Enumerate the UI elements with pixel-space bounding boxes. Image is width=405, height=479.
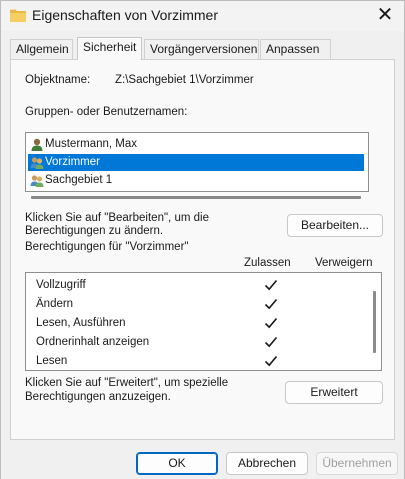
checkmark-icon bbox=[264, 279, 278, 291]
object-name-label: Objektname: bbox=[25, 74, 91, 86]
checkmark-icon bbox=[264, 355, 278, 367]
permission-row: Ändern bbox=[36, 297, 336, 315]
column-deny: Verweigern bbox=[315, 257, 373, 269]
group-icon bbox=[30, 175, 44, 187]
permission-name: Lesen bbox=[36, 355, 68, 367]
permission-name: Ändern bbox=[36, 298, 74, 310]
advanced-button[interactable]: Erweitert bbox=[285, 381, 383, 404]
permission-row: Vollzugriff bbox=[36, 278, 336, 296]
advanced-hint-line1: Klicken Sie auf "Erweitert", um speziell… bbox=[25, 377, 229, 389]
edit-button[interactable]: Bearbeiten... bbox=[287, 214, 383, 237]
permission-name: Vollzugriff bbox=[36, 279, 86, 291]
window-title: Eigenschaften von Vorzimmer bbox=[32, 7, 218, 23]
permission-name: Lesen, Ausführen bbox=[36, 317, 126, 329]
permissions-label: Berechtigungen für "Vorzimmer" bbox=[25, 241, 189, 253]
close-icon[interactable]: ✕ bbox=[374, 5, 396, 27]
edit-hint-line2: Berechtigungen zu ändern. bbox=[25, 225, 164, 237]
group-icon bbox=[30, 157, 44, 169]
permission-row: Lesen bbox=[36, 354, 336, 370]
tab-vorgaengerversionen[interactable]: Vorgängerversionen bbox=[144, 39, 259, 59]
title-bar[interactable]: Eigenschaften von Vorzimmer ✕ bbox=[1, 1, 404, 31]
checkmark-icon bbox=[264, 298, 278, 310]
folder-icon bbox=[10, 9, 26, 22]
list-item[interactable]: Sachgebiet 1 bbox=[28, 172, 364, 189]
edit-hint-line1: Klicken Sie auf "Bearbeiten", um die bbox=[25, 212, 209, 224]
tab-sicherheit[interactable]: Sicherheit bbox=[77, 37, 142, 60]
user-icon bbox=[31, 138, 43, 151]
permission-name: Ordnerinhalt anzeigen bbox=[36, 336, 150, 348]
list-item[interactable]: Mustermann, Max bbox=[28, 136, 364, 153]
object-name-value: Z:\Sachgebiet 1\Vorzimmer bbox=[115, 74, 254, 86]
principals-list[interactable]: Mustermann, Max Vorzimmer Sachgebiet 1 bbox=[25, 132, 369, 192]
groups-label: Gruppen- oder Benutzernamen: bbox=[25, 106, 188, 118]
checkmark-icon bbox=[264, 336, 278, 348]
checkmark-icon bbox=[264, 317, 278, 329]
principal-name: Sachgebiet 1 bbox=[45, 174, 113, 186]
tab-anpassen[interactable]: Anpassen bbox=[260, 39, 331, 59]
permission-row: Ordnerinhalt anzeigen bbox=[36, 335, 336, 353]
apply-button[interactable]: Übernehmen bbox=[316, 452, 398, 475]
cancel-button[interactable]: Abbrechen bbox=[226, 452, 308, 475]
security-panel: Objektname: Z:\Sachgebiet 1\Vorzimmer Gr… bbox=[10, 59, 395, 440]
principal-name: Vorzimmer bbox=[45, 156, 100, 168]
properties-dialog: Eigenschaften von Vorzimmer ✕ Allgemein … bbox=[0, 0, 405, 479]
vertical-scrollbar[interactable] bbox=[373, 291, 376, 353]
list-item[interactable]: Vorzimmer bbox=[28, 154, 364, 171]
tab-allgemein[interactable]: Allgemein bbox=[10, 39, 73, 59]
tab-strip: Allgemein Sicherheit Vorgängerversionen … bbox=[10, 37, 390, 60]
permissions-list[interactable]: Vollzugriff Ändern Lesen, Ausführen Ordn… bbox=[25, 272, 382, 371]
column-allow: Zulassen bbox=[244, 257, 291, 269]
dialog-footer: OK Abbrechen Übernehmen bbox=[1, 441, 404, 479]
advanced-hint-line2: Berechtigungen anzuzeigen. bbox=[25, 391, 171, 403]
horizontal-scrollbar[interactable] bbox=[31, 196, 361, 199]
ok-button[interactable]: OK bbox=[136, 452, 218, 475]
principal-name: Mustermann, Max bbox=[45, 138, 138, 150]
permission-row: Lesen, Ausführen bbox=[36, 316, 336, 334]
